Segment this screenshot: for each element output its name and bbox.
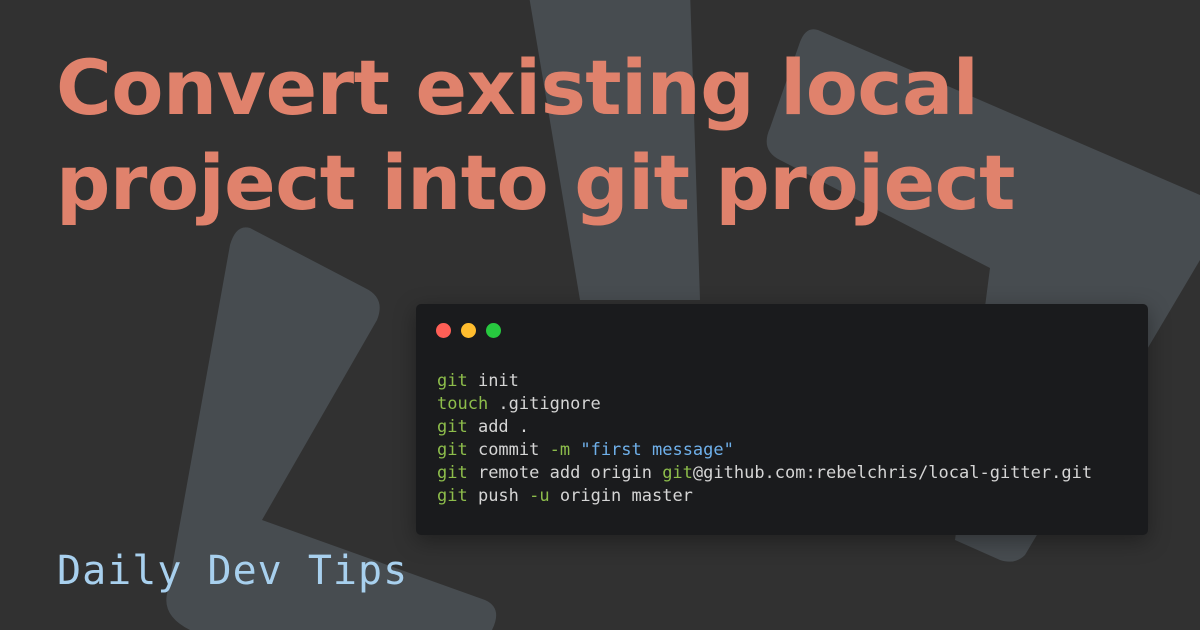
code-token-plain: origin master bbox=[549, 486, 693, 506]
code-window: git init touch .gitignore git add . git com… bbox=[416, 304, 1148, 535]
minimize-dot-icon bbox=[461, 323, 476, 338]
code-token-cmd: git bbox=[662, 463, 693, 483]
code-token-cmd: git bbox=[437, 440, 468, 460]
title-line-1: Convert existing local bbox=[56, 43, 979, 132]
code-token-cmd: git bbox=[437, 417, 468, 437]
code-line: touch .gitignore bbox=[437, 393, 1092, 416]
code-token-plain: @github.com:rebelchris/local-gitter.git bbox=[692, 463, 1093, 483]
code-token-plain: add . bbox=[467, 417, 530, 437]
code-line: git add . bbox=[437, 416, 1092, 439]
code-token-plain: commit bbox=[467, 440, 550, 460]
code-token-plain: init bbox=[467, 371, 519, 391]
code-token-cmd: git bbox=[437, 463, 468, 483]
title-line-2: project into git project bbox=[56, 138, 1016, 227]
brand-name: Daily Dev Tips bbox=[57, 548, 409, 594]
code-token-plain: push bbox=[467, 486, 530, 506]
code-line: git remote add origin git@github.com:reb… bbox=[437, 462, 1092, 485]
maximize-dot-icon bbox=[486, 323, 501, 338]
close-dot-icon bbox=[436, 323, 451, 338]
code-token-flag: -u bbox=[529, 486, 550, 506]
code-token-cmd: touch bbox=[437, 394, 489, 414]
code-line: git push -u origin master bbox=[437, 485, 1092, 508]
code-line: git init bbox=[437, 370, 1092, 393]
code-token-cmd: git bbox=[437, 486, 468, 506]
code-token-plain: remote add origin bbox=[467, 463, 663, 483]
code-token-str: "first message" bbox=[580, 440, 734, 460]
code-block: git init touch .gitignore git add . git com… bbox=[437, 370, 1092, 508]
code-token-cmd: git bbox=[437, 371, 468, 391]
code-token-flag: -m bbox=[549, 440, 571, 460]
code-line: git commit -m "first message" bbox=[437, 439, 1092, 462]
page-title: Convert existing local project into git … bbox=[56, 40, 1176, 230]
code-token-plain: .gitignore bbox=[488, 394, 601, 414]
